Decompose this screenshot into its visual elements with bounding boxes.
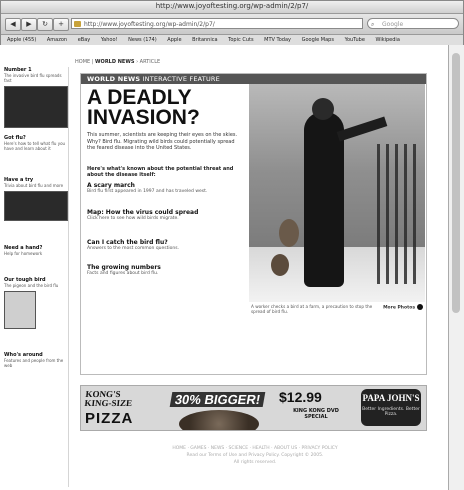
- bookmark-item[interactable]: Britannica: [192, 37, 217, 43]
- feature-item-desc: Facts and figures about bird flu.: [87, 271, 159, 276]
- breadcrumb-rest: › ARTICLE: [136, 59, 161, 65]
- bookmark-item[interactable]: YouTube: [345, 37, 365, 43]
- window-title: http://www.joyoftesting.org/wp-admin/2/p…: [155, 2, 309, 10]
- sidebar-block-text: Features and people from the web: [4, 358, 64, 368]
- ad-logo-tagline: Better Ingredients. Better Pizza.: [362, 407, 420, 417]
- bookmark-item[interactable]: Yahoo!: [101, 37, 118, 43]
- photo-caption: A worker checks a bird at a farm, a prec…: [251, 304, 373, 314]
- ad-product: PIZZA: [85, 410, 134, 427]
- feature-item-desc: Bird flu first appeared in 1997 and has …: [87, 189, 208, 194]
- play-icon: [417, 304, 423, 310]
- vertical-scrollbar[interactable]: [448, 45, 464, 490]
- address-bar[interactable]: http://www.joyoftesting.org/wp-admin/2/p…: [71, 18, 363, 29]
- sidebar-thumbnail[interactable]: [4, 291, 36, 329]
- more-photos-link[interactable]: More Photos: [383, 304, 423, 311]
- sidebar-block-text: Trivia about bird flu and more: [4, 183, 64, 188]
- sidebar-thumbnail[interactable]: [4, 86, 68, 128]
- bookmark-item[interactable]: Google Maps: [302, 37, 334, 43]
- footer-copyright: All rights reserved.: [233, 460, 277, 465]
- photo-person-arm: [336, 116, 388, 142]
- ad-price: $12.99: [279, 389, 322, 405]
- article-lead: Here's what's known about the potential …: [87, 166, 234, 178]
- search-icon: ⌕: [371, 21, 375, 28]
- back-button[interactable]: ◀: [5, 18, 21, 31]
- sidebar-block-text: Help for homework: [4, 251, 43, 256]
- title-bar: http://www.joyoftesting.org/wp-admin/2/p…: [1, 1, 463, 14]
- scrollbar-thumb[interactable]: [452, 53, 460, 313]
- feature-section-label: INTERACTIVE FEATURE: [142, 75, 220, 83]
- bookmark-item[interactable]: eBay: [78, 37, 91, 43]
- feature-item-desc: Click here to see how wild birds migrate…: [87, 216, 179, 221]
- sidebar-block-text: The invasive bird flu spreads fast: [4, 73, 62, 83]
- feature-item[interactable]: Can I catch the bird flu? Answers to the…: [87, 239, 247, 252]
- sidebar-block-text: The pigeon and the bird flu: [4, 283, 59, 288]
- bookmark-item[interactable]: Wikipedia: [376, 37, 400, 43]
- sidebar-block[interactable]: Got flu? Here's how to tell what flu you…: [4, 135, 68, 151]
- bookmark-item[interactable]: Apple (455): [7, 37, 36, 43]
- photo-person-head: [312, 98, 334, 120]
- ad-pizza-image: [179, 410, 259, 430]
- browser-toolbar: ◀ ▶ ↻ + http://www.joyoftesting.org/wp-a…: [1, 14, 463, 35]
- page-footer: HOME · GAMES · NEWS · SCIENCE · HEALTH ·…: [95, 445, 415, 466]
- feature-item-desc: Answers to the most common questions.: [87, 246, 180, 251]
- sidebar-block[interactable]: Number 1 The invasive bird flu spreads f…: [4, 67, 68, 128]
- breadcrumb-section[interactable]: WORLD NEWS: [95, 59, 134, 65]
- more-photos-label: More Photos: [383, 305, 415, 311]
- left-sidebar: Number 1 The invasive bird flu spreads f…: [2, 67, 69, 487]
- bookmark-item[interactable]: MTV Today: [264, 37, 291, 43]
- feature-item-title[interactable]: Can I catch the bird flu?: [87, 239, 247, 246]
- sidebar-block[interactable]: Who's around Features and people from th…: [4, 352, 68, 368]
- feature-item-title[interactable]: Map: How the virus could spread: [87, 209, 247, 216]
- sidebar-block[interactable]: Have a try Trivia about bird flu and mor…: [4, 177, 68, 221]
- article-headline: A DEADLY INVASION?: [87, 86, 200, 129]
- feature-item[interactable]: Map: How the virus could spread Click he…: [87, 209, 247, 222]
- sidebar-block[interactable]: Need a hand? Help for homework: [4, 245, 68, 256]
- feature-section-bar: WORLD NEWS INTERACTIVE FEATURE: [81, 74, 426, 84]
- forward-button[interactable]: ▶: [21, 18, 37, 31]
- sidebar-thumbnail[interactable]: [4, 191, 68, 221]
- bookmark-item[interactable]: Apple: [167, 37, 181, 43]
- web-page: HOME | WORLD NEWS › ARTICLE Number 1 The…: [0, 45, 448, 490]
- feature-panel: WORLD NEWS INTERACTIVE FEATURE A DEADLY …: [80, 73, 427, 375]
- reload-button[interactable]: ↻: [37, 18, 53, 31]
- photo-bird: [271, 254, 289, 276]
- ad-logo: PAPA JOHN'S Better Ingredients. Better P…: [361, 389, 421, 426]
- bookmark-item[interactable]: Topic Cuts: [228, 37, 253, 43]
- sidebar-block[interactable]: Our tough bird The pigeon and the bird f…: [4, 277, 68, 329]
- photo-bird: [279, 219, 299, 247]
- search-placeholder: Google: [382, 21, 404, 28]
- feature-section-name: WORLD NEWS: [87, 75, 141, 83]
- ad-brand: KONG'S KING-SIZE: [84, 389, 133, 408]
- photo-fence: [377, 144, 417, 284]
- article-deck: This summer, scientists are keeping thei…: [87, 132, 238, 151]
- search-field[interactable]: ⌕ Google: [367, 18, 459, 29]
- address-text: http://www.joyoftesting.org/wp-admin/2/p…: [84, 21, 215, 28]
- breadcrumb: HOME | WORLD NEWS › ARTICLE: [75, 59, 161, 65]
- feature-item[interactable]: The growing numbers Facts and figures ab…: [87, 264, 247, 277]
- feature-item-title[interactable]: The growing numbers: [87, 264, 247, 271]
- ad-promo: 30% BIGGER!: [169, 392, 266, 407]
- banner-ad[interactable]: KONG'S KING-SIZE PIZZA 30% BIGGER! $12.9…: [80, 385, 427, 431]
- ad-logo-text: PAPA JOHN'S: [362, 393, 420, 403]
- bookmark-item[interactable]: News (174): [128, 37, 157, 43]
- footer-legal: Read our Terms of Use and Privacy Policy…: [186, 453, 324, 458]
- feature-item[interactable]: A scary march Bird flu first appeared in…: [87, 182, 247, 195]
- favicon-icon: [74, 21, 81, 27]
- add-bookmark-button[interactable]: +: [53, 18, 69, 31]
- feature-item-title[interactable]: A scary march: [87, 182, 247, 189]
- ad-offer: KING KONG DVD SPECIAL: [293, 408, 339, 420]
- sidebar-block-text: Here's how to tell what flu you have and…: [4, 141, 66, 151]
- breadcrumb-home[interactable]: HOME: [75, 59, 90, 65]
- bookmark-item[interactable]: Amazon: [47, 37, 67, 43]
- footer-links[interactable]: HOME · GAMES · NEWS · SCIENCE · HEALTH ·…: [95, 445, 415, 452]
- feature-photo[interactable]: [249, 84, 425, 302]
